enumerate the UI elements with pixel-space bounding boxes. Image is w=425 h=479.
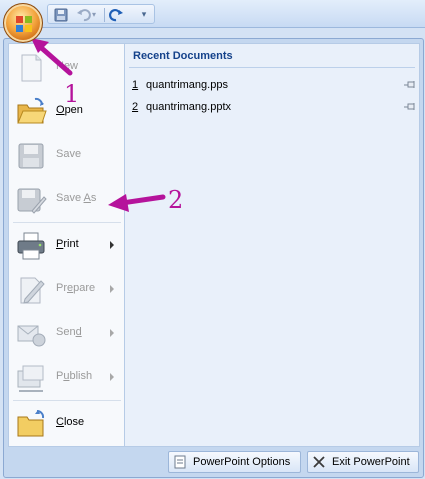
menu-item-publish[interactable]: Publish [9,356,125,400]
qat-separator [104,8,105,22]
recent-document-number: 1 [132,79,139,91]
pin-icon[interactable] [403,79,417,91]
menu-item-label: Print [56,238,79,250]
menu-item-save-as[interactable]: Save As [9,178,125,222]
submenu-arrow-icon [110,241,114,249]
undo-icon[interactable] [76,7,92,23]
save-disk-icon [18,143,44,169]
office-logo-icon [16,16,32,32]
menu-item-prepare[interactable]: Prepare [9,268,125,312]
menu-item-label: Save As [56,192,97,204]
submenu-arrow-icon [110,285,114,293]
menu-item-label: Send [56,326,82,338]
menu-item-print[interactable]: Print [9,224,125,268]
open-folder-icon [17,97,47,124]
customize-icon[interactable]: ▾ [138,4,150,24]
recent-documents-panel: Recent Documents 1 quantrimang.pps 2 qua… [124,43,420,447]
close-x-icon [313,456,325,468]
submenu-arrow-icon [110,329,114,337]
menu-divider [13,400,121,401]
publish-icon [17,365,44,392]
office-button[interactable] [3,3,43,43]
recent-document-number: 2 [132,101,139,113]
menu-item-label: Save [56,148,82,160]
new-document-icon [21,54,42,82]
options-document-icon [174,455,186,469]
menu-item-send[interactable]: Send [9,312,125,356]
close-folder-icon [17,409,45,437]
powerpoint-options-button[interactable]: PowerPoint Options [168,451,301,473]
menu-item-label: Close [56,416,85,428]
recent-document-name: quantrimang.pps [146,79,228,91]
annotation-number-1: 1 [64,80,80,108]
menu-item-close[interactable]: Close [9,402,125,446]
menu-divider [13,222,121,223]
options-label: PowerPoint Options [193,456,291,468]
recent-divider [129,67,415,68]
prepare-icon [20,277,45,304]
undo-dropdown-icon[interactable]: ▾ [92,7,100,23]
save-as-icon [17,188,47,214]
printer-icon [17,232,45,260]
save-icon[interactable] [53,7,69,23]
recent-document-item[interactable]: 2 quantrimang.pptx [125,98,419,118]
annotation-number-2: 2 [168,186,184,214]
pin-icon[interactable] [403,101,417,113]
menu-item-label: New [56,60,79,72]
recent-documents-title: Recent Documents [133,50,233,62]
send-icon [17,325,46,347]
menu-item-label: Prepare [56,282,96,294]
menu-item-save[interactable]: Save [9,134,125,178]
exit-powerpoint-button[interactable]: Exit PowerPoint [307,451,419,473]
exit-label: Exit PowerPoint [332,456,410,468]
title-bar: ▾ ▾ [0,0,425,28]
menu-item-label: Publish [56,370,93,382]
recent-document-name: quantrimang.pptx [146,101,231,113]
submenu-arrow-icon [110,373,114,381]
redo-icon[interactable] [108,7,124,23]
recent-document-item[interactable]: 1 quantrimang.pps [125,76,419,96]
